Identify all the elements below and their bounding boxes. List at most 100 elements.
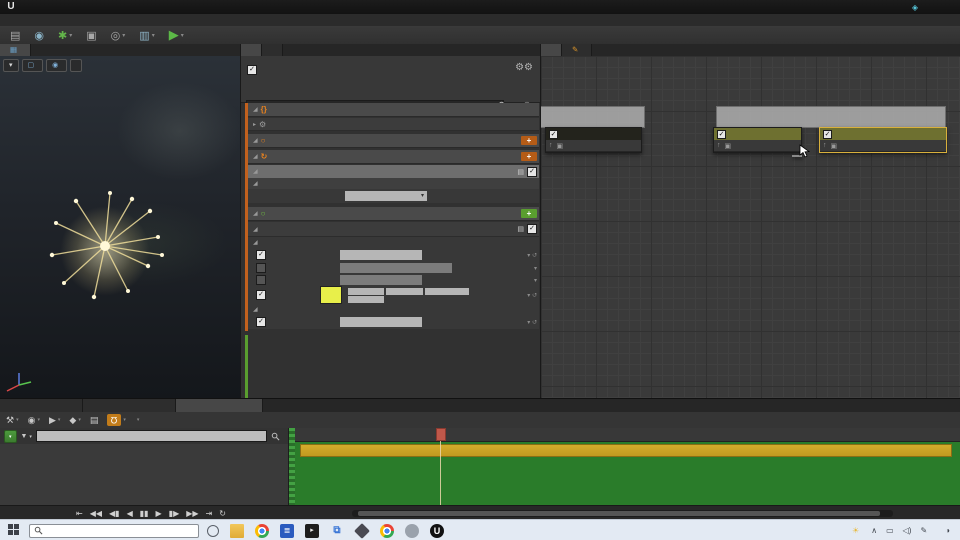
stack-scalability-header[interactable]: ◢ bbox=[248, 178, 539, 189]
emitter-node-hibana[interactable]: ✓ ↑ ▣ bbox=[545, 127, 642, 153]
editor-mode-icon[interactable]: ◈ bbox=[912, 3, 918, 12]
tab-system-overview[interactable] bbox=[541, 44, 562, 56]
timeline-track-area[interactable] bbox=[295, 428, 960, 505]
performance-button[interactable]: ▥ ▾ bbox=[139, 29, 154, 42]
lifetime-value[interactable] bbox=[340, 250, 422, 260]
tab-selection[interactable] bbox=[241, 44, 262, 56]
file-explorer-icon[interactable] bbox=[228, 523, 246, 540]
lit-button[interactable]: ◉ bbox=[46, 59, 68, 72]
mass-checkbox[interactable] bbox=[256, 275, 266, 285]
media-app-icon[interactable]: ▸ bbox=[305, 523, 319, 538]
thumbnail-button[interactable]: ▣ bbox=[86, 29, 96, 42]
position-checkbox[interactable] bbox=[256, 263, 266, 273]
time-ruler[interactable] bbox=[295, 428, 960, 442]
sequencer-tools-icon[interactable]: ⚒ ▾ bbox=[6, 415, 19, 426]
color-r-value[interactable] bbox=[348, 287, 384, 295]
next-frame-button[interactable]: ▮▶ bbox=[169, 509, 180, 518]
people-app-icon[interactable]: ⧉ bbox=[330, 524, 344, 538]
pause-button[interactable]: ▮▮ bbox=[140, 509, 149, 518]
fps-selector[interactable]: ▾ bbox=[135, 417, 140, 423]
bounds-button[interactable]: ◎ ▾ bbox=[111, 29, 126, 42]
chrome-icon[interactable] bbox=[255, 523, 269, 538]
emitter-node-parent-trail[interactable]: ✓ ↑ ▣ bbox=[713, 127, 802, 153]
ribbon-width-value[interactable] bbox=[340, 317, 422, 327]
add-module-button[interactable]: + bbox=[521, 136, 537, 145]
module-enabled-checkbox[interactable]: ✓ bbox=[527, 224, 537, 234]
module-menu-icon[interactable]: ▤ bbox=[517, 168, 524, 176]
step-forward-button[interactable]: ▶▶ bbox=[186, 509, 198, 518]
module-menu-icon[interactable]: ▤ bbox=[517, 225, 524, 233]
volume-icon[interactable]: ◁) bbox=[903, 526, 912, 535]
stack-emitter-properties[interactable]: ▸ ⚙ bbox=[248, 118, 539, 131]
browse-button[interactable]: ◉ bbox=[34, 29, 44, 42]
add-track-button[interactable]: ▾ bbox=[4, 429, 17, 443]
thumbnail-icon[interactable]: ▣ bbox=[831, 142, 838, 150]
emitter-enabled-checkbox[interactable]: ✓ bbox=[247, 65, 257, 75]
tray-expand-icon[interactable]: ∧ bbox=[871, 526, 877, 535]
stack-particle-spawn[interactable]: ◢ ○ + bbox=[248, 207, 539, 221]
display-icon[interactable]: ▭ bbox=[886, 526, 894, 535]
stack-ribbon-attributes-header[interactable]: ◢ bbox=[248, 304, 539, 315]
stack-lifetime-row[interactable]: ✓ ▾ ↺ bbox=[248, 248, 539, 262]
module-enabled-checkbox[interactable]: ✓ bbox=[527, 166, 537, 177]
scrollbar-thumb[interactable] bbox=[358, 511, 880, 516]
ime-options-icon[interactable]: ◑ bbox=[945, 526, 950, 535]
goto-start-button[interactable]: ⇤ bbox=[76, 509, 83, 518]
thumbnail-icon[interactable]: ▣ bbox=[557, 142, 564, 150]
playback-options-icon[interactable]: ▶ ▾ bbox=[49, 415, 60, 426]
filters-button[interactable]: ▼ ▾ bbox=[21, 433, 32, 440]
app-icon[interactable] bbox=[405, 523, 419, 538]
isolate-icon[interactable]: ↑ bbox=[717, 142, 721, 149]
weather-widget[interactable]: ☀ bbox=[852, 526, 862, 535]
overview-graph-canvas[interactable]: ✓ ↑ ▣ ✓ ↑ ▣ ✓ ↑ ▣ bbox=[541, 56, 960, 398]
ribbon-width-checkbox[interactable]: ✓ bbox=[256, 317, 266, 327]
step-back-button[interactable]: ◀◀ bbox=[90, 509, 102, 518]
show-button[interactable] bbox=[70, 59, 83, 72]
node-enabled-checkbox[interactable]: ✓ bbox=[549, 129, 558, 139]
loop-button[interactable]: ↻ bbox=[219, 509, 226, 518]
document-app-icon[interactable]: ≣ bbox=[278, 523, 296, 540]
timeline-scrollbar[interactable] bbox=[352, 510, 893, 517]
play-reverse-button[interactable]: ◀ bbox=[127, 509, 133, 518]
stack-color-row[interactable]: ✓ ▾ ↺ bbox=[248, 286, 539, 304]
comment-box-trail[interactable] bbox=[716, 106, 946, 128]
scalability-mode-value[interactable]: ▾ bbox=[345, 191, 427, 201]
snap-magnet-icon[interactable]: Ω ▾ bbox=[107, 414, 126, 426]
start-button[interactable] bbox=[8, 524, 21, 537]
stack-ribbon-width-row[interactable]: ✓ ▾ ↺ bbox=[248, 315, 539, 329]
app-icon[interactable] bbox=[354, 522, 370, 539]
preview-viewport[interactable]: ▾ ▢ ◉ bbox=[0, 56, 240, 398]
color-checkbox[interactable]: ✓ bbox=[256, 290, 266, 300]
play-button[interactable]: ▶ bbox=[156, 509, 162, 518]
node-enabled-checkbox[interactable]: ✓ bbox=[717, 129, 726, 139]
stack-scalability-mode-row[interactable]: ▾ bbox=[248, 189, 539, 203]
tab-curves[interactable] bbox=[0, 399, 83, 412]
comment-box[interactable] bbox=[541, 106, 645, 128]
color-swatch[interactable] bbox=[320, 286, 342, 304]
isolate-icon[interactable]: ↑ bbox=[549, 142, 553, 149]
add-module-button[interactable]: + bbox=[521, 152, 537, 161]
stack-initialize-ribbon[interactable]: ◢ ▤ ✓ bbox=[248, 222, 539, 237]
taskbar-search-box[interactable] bbox=[29, 523, 199, 538]
tab-timeline[interactable] bbox=[176, 399, 263, 412]
goto-end-button[interactable]: ⇥ bbox=[206, 509, 213, 518]
stack-mass-row[interactable]: ▾ bbox=[248, 274, 539, 286]
camera-view-icon[interactable]: ◉ ▾ bbox=[28, 415, 40, 426]
stack-emitter-update[interactable]: ◢ ↻ + bbox=[248, 150, 539, 164]
simulate-button[interactable]: ▶ ▾ bbox=[169, 27, 184, 43]
pen-icon[interactable]: ✎ bbox=[920, 526, 927, 535]
tab-scratch-pad[interactable]: ✎ bbox=[562, 44, 593, 56]
playhead-marker[interactable] bbox=[436, 428, 446, 441]
stack-position-row[interactable]: ▾ bbox=[248, 262, 539, 274]
stack-point-attributes-header[interactable]: ◢ bbox=[248, 237, 539, 248]
selected-track-bar[interactable] bbox=[300, 444, 952, 457]
stack-emitter-state-selected[interactable]: ◢ ▤ ✓ bbox=[248, 165, 539, 178]
color-g-value[interactable] bbox=[386, 287, 423, 295]
emitter-node-child-trail-selected[interactable]: ✓ ↑ ▣ bbox=[819, 127, 947, 153]
tab-preview[interactable]: ▦ bbox=[0, 44, 32, 56]
stack-emitter-spawn[interactable]: ◢ ○ + bbox=[248, 134, 539, 148]
lifetime-checkbox[interactable]: ✓ bbox=[256, 250, 266, 260]
stack-settings-gear-icon[interactable]: ⚙⚙ bbox=[515, 62, 533, 73]
isolate-icon[interactable]: ↑ bbox=[823, 142, 827, 149]
prev-frame-button[interactable]: ◀▮ bbox=[109, 509, 120, 518]
